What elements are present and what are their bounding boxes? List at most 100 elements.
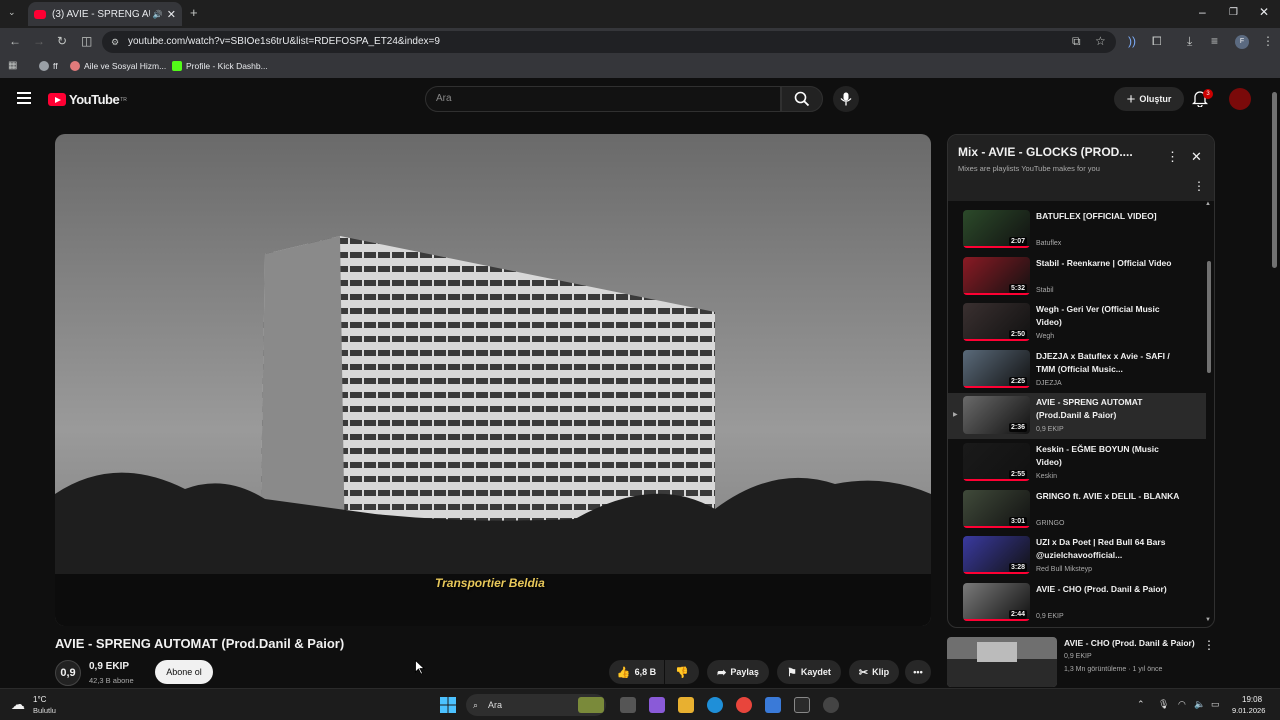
page-scrollbar[interactable] bbox=[1272, 92, 1277, 268]
chrome-icon[interactable] bbox=[736, 697, 752, 713]
battery-icon[interactable]: ▭ bbox=[1211, 699, 1220, 710]
playlist-title[interactable]: Mix - AVIE - GLOCKS (PROD.... bbox=[958, 145, 1148, 159]
weather-cloud-icon[interactable]: ☁ bbox=[11, 696, 25, 713]
media-control-icon[interactable]: ≡ bbox=[1211, 34, 1218, 48]
recommended-thumbnail[interactable] bbox=[947, 637, 1057, 687]
recommended-more-icon[interactable]: ⋮ bbox=[1203, 638, 1215, 652]
video-player[interactable]: Transportier Beldia bbox=[55, 134, 931, 626]
address-bar[interactable]: ⚙ youtube.com/watch?v=SBIOe1s6trU&list=R… bbox=[102, 31, 1116, 53]
playlist-item[interactable]: 5:32 Stabil - Reenkarne | Official Video S… bbox=[948, 254, 1206, 300]
weather-temperature[interactable]: 1°C bbox=[33, 695, 46, 704]
playlist-thumbnail[interactable]: 2:25 bbox=[963, 349, 1030, 388]
playlist-thumbnail[interactable]: 2:44 bbox=[963, 582, 1030, 621]
clip-button[interactable]: ✂ Klip bbox=[849, 660, 899, 684]
playlist-thumbnail[interactable]: 2:55 bbox=[963, 443, 1030, 481]
speaker-icon[interactable]: 🔊 bbox=[153, 10, 163, 19]
file-explorer-icon[interactable] bbox=[678, 697, 694, 713]
playlist-thumbnail[interactable]: 2:36 bbox=[963, 396, 1030, 435]
dislike-button[interactable]: 👎 bbox=[665, 660, 699, 684]
youtube-logo[interactable]: YouTube TR bbox=[48, 92, 127, 107]
new-tab-icon[interactable]: + bbox=[190, 5, 198, 20]
edge-icon[interactable] bbox=[707, 697, 723, 713]
playlist-item[interactable]: 2:50 Wegh - Geri Ver (Official Music Vide… bbox=[948, 300, 1206, 346]
duration-badge: 3:28 bbox=[1008, 563, 1027, 573]
user-avatar[interactable] bbox=[1229, 88, 1251, 110]
tab-close-icon[interactable]: ✕ bbox=[167, 8, 176, 21]
copilot-icon[interactable] bbox=[649, 697, 665, 713]
tray-expand-icon[interactable]: ⌃ bbox=[1137, 699, 1145, 710]
playlist-thumbnail[interactable]: 3:01 bbox=[963, 489, 1030, 528]
thumbs-down-icon: 👎 bbox=[675, 666, 689, 679]
windows-taskbar: ☁ 1°C Bulutlu ⌕ Ara ⌃ 🎙 ◠ 🔈 ▭ 19:08 9.01… bbox=[0, 688, 1280, 720]
playlist-more-icon[interactable]: ⋮ bbox=[1166, 149, 1179, 165]
bookmark-item[interactable]: ff bbox=[39, 61, 58, 71]
extensions-icon[interactable]: ⧠ bbox=[1152, 34, 1162, 49]
more-horizontal-icon: ••• bbox=[913, 667, 923, 677]
search-input[interactable]: Ara bbox=[425, 86, 781, 112]
subscribe-button[interactable]: Abone ol bbox=[155, 660, 213, 684]
playlist-item-title: GRINGO ft. AVIE x DELIL - BLANKA bbox=[1036, 490, 1180, 501]
playlist-item[interactable]: ▶ 2:36 AVIE - SPRENG AUTOMAT (Prod.Danil &… bbox=[948, 393, 1206, 440]
terminal-icon[interactable] bbox=[794, 697, 810, 713]
recommended-video[interactable]: AVIE - CHO (Prod. Danil & Paior) 0,9 EKI… bbox=[947, 636, 1222, 688]
taskbar-search[interactable]: ⌕ Ara bbox=[466, 694, 606, 716]
forward-icon[interactable]: → bbox=[33, 34, 45, 48]
playlist-scrollbar[interactable] bbox=[1207, 261, 1211, 373]
playlist-thumbnail[interactable]: 2:50 bbox=[963, 303, 1030, 342]
playlist-item[interactable]: 3:01 GRINGO ft. AVIE x DELIL - BLANKA GRIN… bbox=[948, 487, 1206, 533]
windows-start-icon[interactable] bbox=[440, 697, 456, 713]
profile-avatar[interactable]: F bbox=[1235, 35, 1249, 49]
clock-time[interactable]: 19:08 bbox=[1242, 695, 1262, 704]
store-icon[interactable] bbox=[765, 697, 781, 713]
playlist-thumbnail[interactable]: 5:32 bbox=[963, 256, 1030, 295]
more-actions-button[interactable]: ••• bbox=[905, 660, 931, 684]
tray-mic-icon[interactable]: 🎙 bbox=[1158, 699, 1169, 710]
window-close-icon[interactable]: ✕ bbox=[1259, 5, 1269, 19]
reload-icon[interactable]: ↻ bbox=[57, 34, 67, 48]
browser-tab[interactable]: (3) AVIE - SPRENG AUTOM 🔊 ✕ bbox=[28, 2, 182, 26]
apps-grid-icon[interactable]: ▦ bbox=[8, 60, 17, 71]
extension-audio-icon[interactable]: )) bbox=[1128, 34, 1136, 48]
voice-search-button[interactable] bbox=[833, 86, 859, 112]
cast-icon[interactable]: ⧉ bbox=[1072, 34, 1081, 49]
browser-menu-icon[interactable]: ⋮ bbox=[1262, 34, 1274, 48]
task-view-icon[interactable] bbox=[620, 697, 636, 713]
like-button[interactable]: 👍 6,8 B bbox=[609, 660, 664, 684]
wifi-icon[interactable]: ◠ bbox=[1178, 699, 1186, 710]
bookmark-star-icon[interactable]: ☆ bbox=[1095, 34, 1106, 48]
channel-avatar[interactable]: 0,9 bbox=[55, 660, 81, 686]
playlist-item[interactable]: 2:55 Keskin - EĞME BOYUN (Music Video) Kes… bbox=[948, 440, 1206, 486]
search-button[interactable] bbox=[781, 86, 823, 112]
playlist-item[interactable]: 2:25 DJEZJA x Batuflex x Avie - SAFI / TM… bbox=[948, 347, 1206, 393]
volume-icon[interactable]: 🔈 bbox=[1194, 699, 1205, 710]
minimize-icon[interactable]: – bbox=[1199, 5, 1206, 19]
split-view-icon[interactable]: ◫ bbox=[81, 34, 92, 48]
playlist-thumbnail[interactable]: 2:07 bbox=[963, 210, 1030, 248]
back-icon[interactable]: ← bbox=[9, 34, 21, 48]
thumbs-up-icon: 👍 bbox=[616, 666, 631, 679]
playlist-item[interactable]: 3:28 UZI x Da Poet | Red Bull 64 Bars @uz… bbox=[948, 533, 1206, 579]
scroll-down-icon[interactable]: ▼ bbox=[1205, 617, 1211, 623]
bookmark-item[interactable]: Aile ve Sosyal Hizm... bbox=[70, 61, 166, 71]
url-text: youtube.com/watch?v=SBIOe1s6trU&list=RDE… bbox=[128, 36, 440, 47]
playlist-item[interactable]: 2:07 BATUFLEX [OFFICIAL VIDEO] Batuflex bbox=[948, 207, 1206, 253]
bookmarks-bar: ▦ ff Aile ve Sosyal Hizm... Profile - Ki… bbox=[0, 56, 1280, 78]
playlist-close-icon[interactable]: ✕ bbox=[1191, 149, 1202, 165]
hamburger-menu-icon[interactable] bbox=[17, 92, 31, 104]
site-info-icon[interactable]: ⚙ bbox=[111, 31, 119, 53]
tab-search-icon[interactable]: ⌄ bbox=[8, 7, 16, 18]
playlist-menu-icon[interactable]: ⋮ bbox=[1193, 179, 1205, 193]
bookmark-item[interactable]: Profile - Kick Dashb... bbox=[172, 61, 268, 71]
playlist-item-channel: GRINGO bbox=[1036, 519, 1065, 527]
save-button[interactable]: ⚑ Kaydet bbox=[777, 660, 841, 684]
channel-name[interactable]: 0,9 EKIP bbox=[89, 661, 129, 672]
maximize-icon[interactable]: ❐ bbox=[1229, 7, 1238, 18]
download-icon[interactable]: ⤓ bbox=[1187, 34, 1192, 49]
playlist-thumbnail[interactable]: 3:28 bbox=[963, 536, 1030, 575]
scroll-up-icon[interactable]: ▲ bbox=[1205, 201, 1211, 207]
playlist-item[interactable]: 2:44 AVIE - CHO (Prod. Danil & Paior) 0,9 … bbox=[948, 580, 1206, 626]
share-button[interactable]: ➦ Paylaş bbox=[707, 660, 769, 684]
app-icon[interactable] bbox=[823, 697, 839, 713]
clock-date[interactable]: 9.01.2026 bbox=[1232, 706, 1265, 715]
create-button[interactable]: + Oluştur bbox=[1114, 87, 1184, 111]
